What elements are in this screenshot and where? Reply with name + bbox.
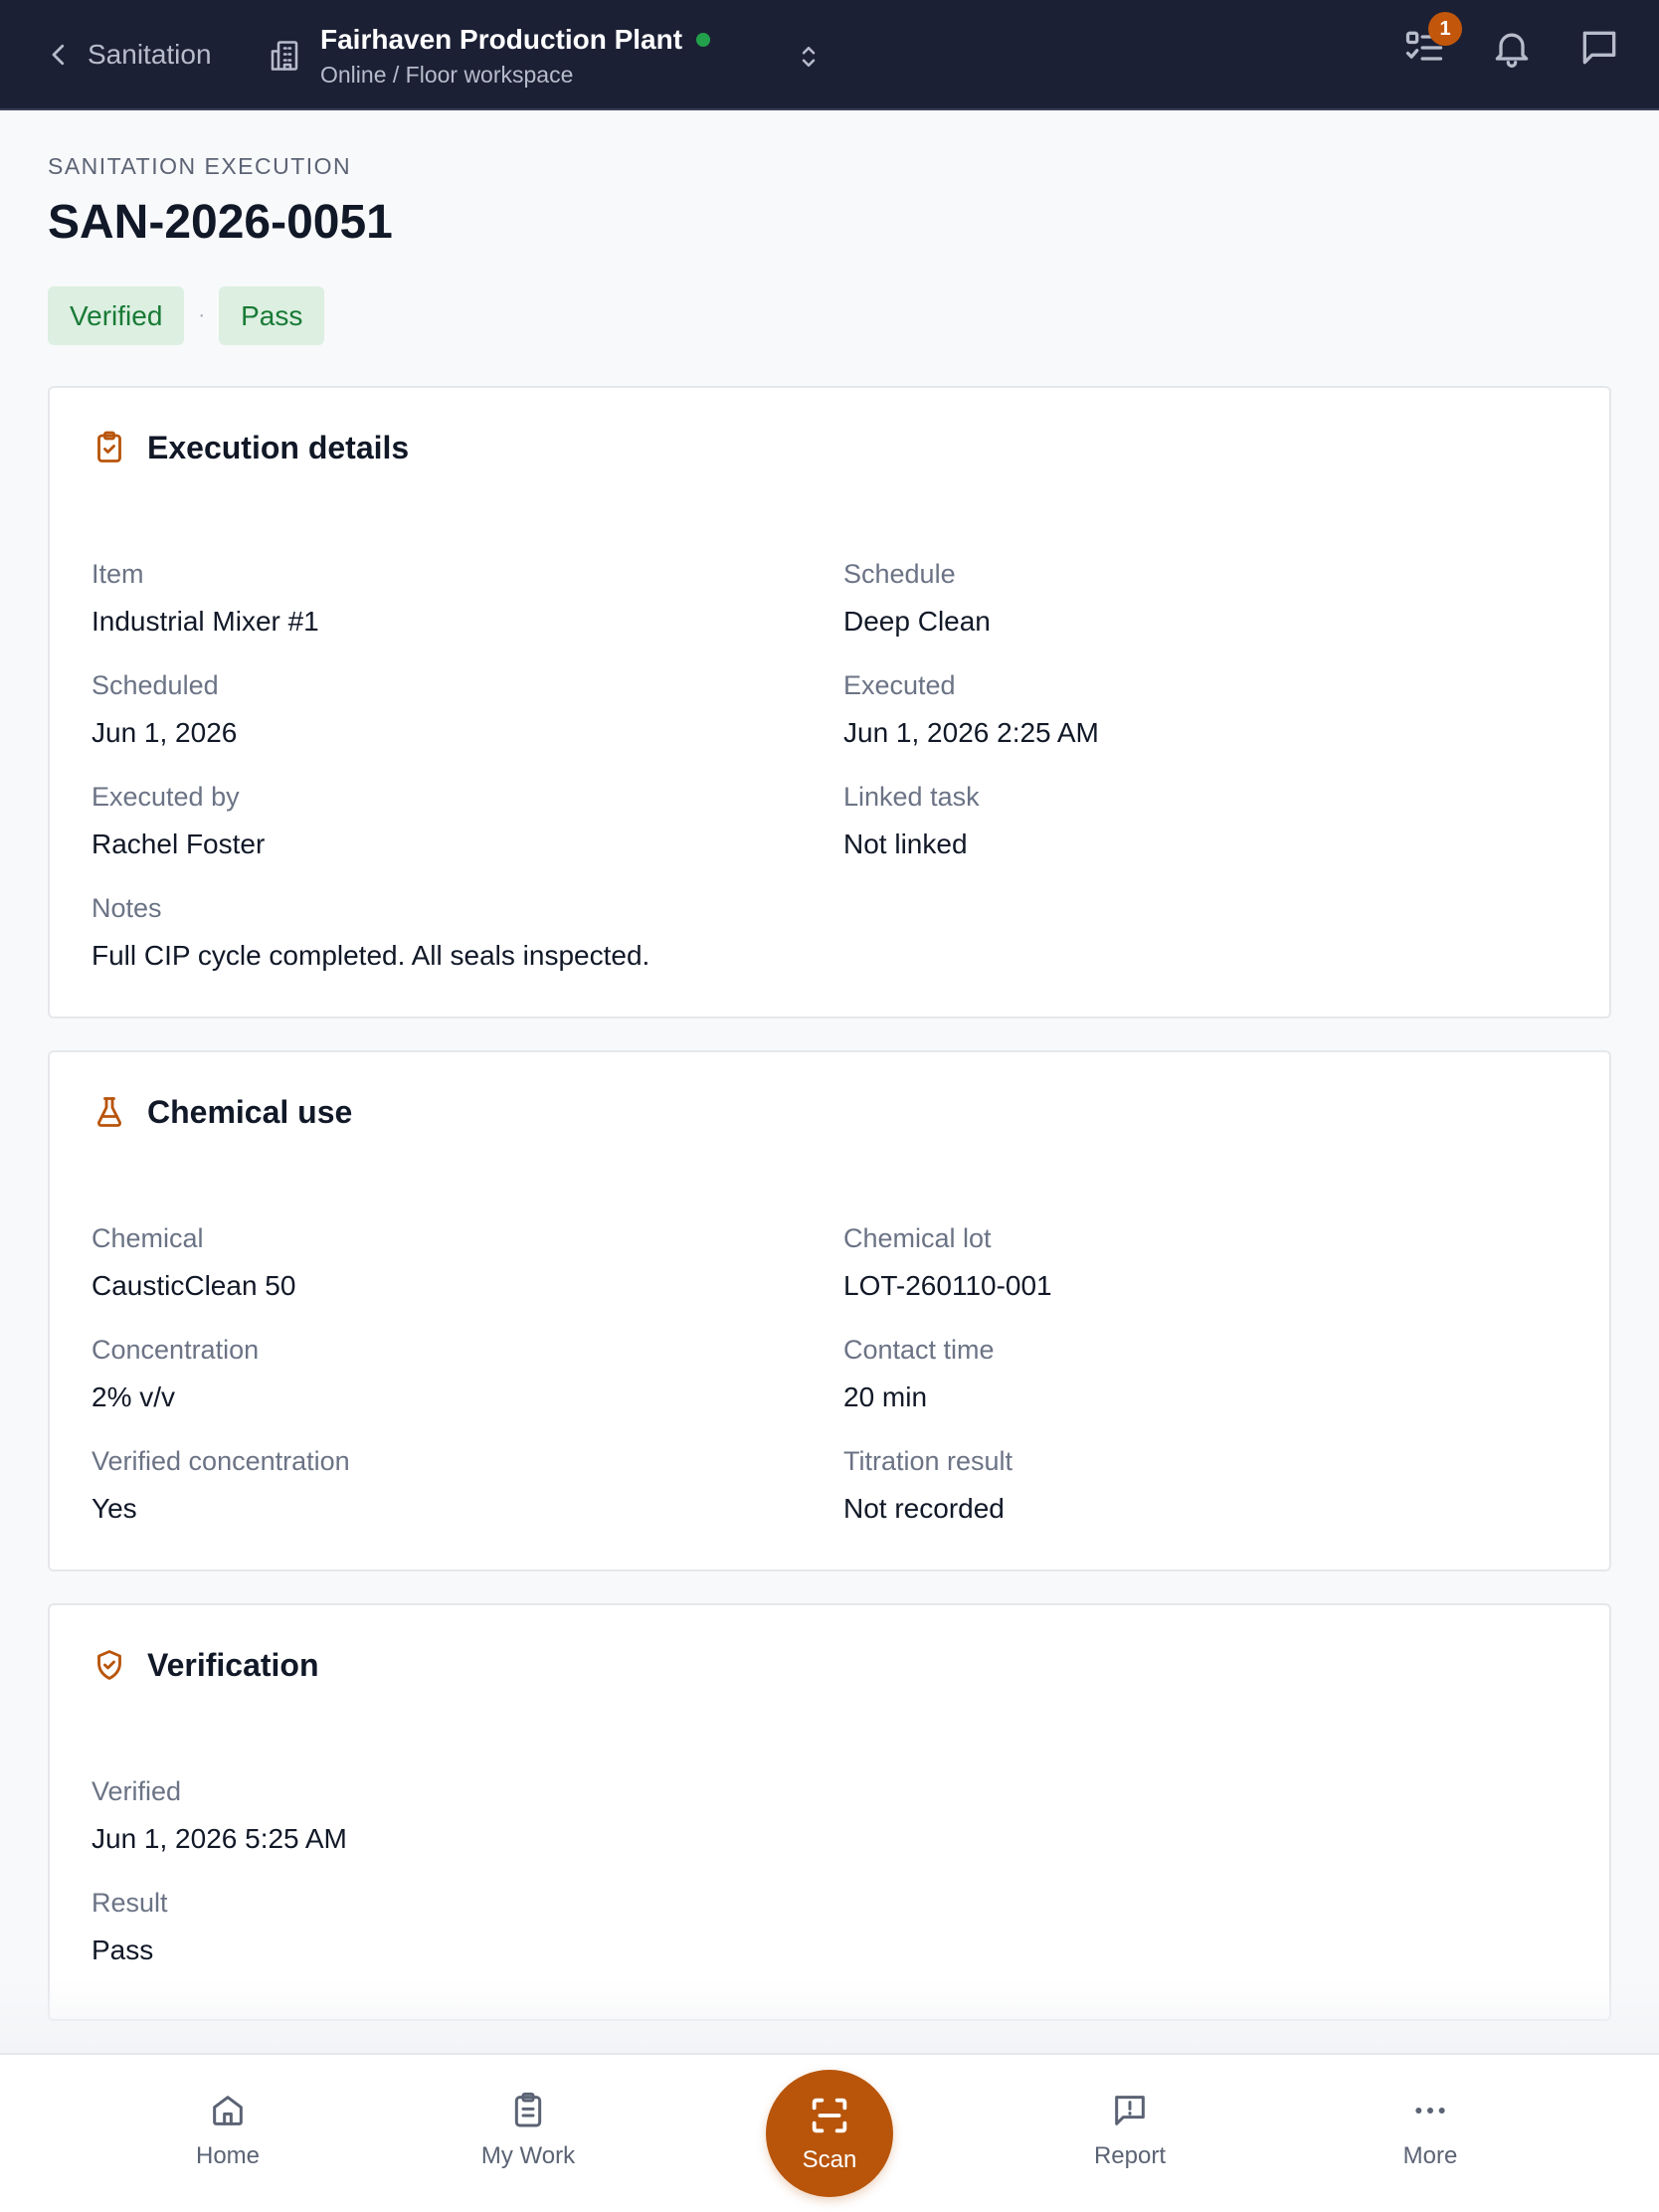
online-status-dot [696, 32, 711, 47]
site-subtitle: Online / Floor workspace [320, 61, 574, 88]
execution-details-card: Execution details Item Industrial Mixer … [48, 386, 1611, 1018]
field-scheduled: Scheduled Jun 1, 2026 [92, 670, 237, 749]
field-verified: Verified Jun 1, 2026 5:25 AM [92, 1776, 347, 1855]
top-bar: Sanitation Fairhaven Production Plant On… [0, 0, 1659, 110]
field-contact-time: Contact time 20 min [843, 1335, 995, 1413]
field-label: Chemical [92, 1223, 204, 1253]
field-chemical-lot: Chemical lot LOT-260110-001 [843, 1223, 1052, 1302]
nav-my-work-label: My Work [480, 2142, 576, 2169]
field-label: Contact time [843, 1335, 995, 1365]
status-badge-verified: Verified [48, 286, 185, 345]
field-titration-result: Titration result Not recorded [843, 1446, 1013, 1525]
nav-report[interactable]: Report [1040, 2091, 1219, 2170]
field-value: Jun 1, 2026 2:25 AM [843, 717, 1099, 748]
field-value: Deep Clean [843, 606, 991, 637]
field-chemical: Chemical CausticClean 50 [92, 1223, 295, 1302]
status-pills: Verified · Pass [48, 286, 325, 345]
nav-home[interactable]: Home [138, 2091, 317, 2170]
field-result: Result Pass [92, 1888, 168, 1966]
top-actions: 1 [1402, 12, 1621, 70]
card-title: Verification [147, 1646, 319, 1683]
status-badge-result: Pass [219, 286, 325, 345]
card-title: Chemical use [147, 1093, 353, 1130]
field-label: Linked task [843, 782, 980, 812]
field-label: Schedule [843, 559, 956, 589]
field-executed: Executed Jun 1, 2026 2:25 AM [843, 670, 1099, 749]
field-value: Jun 1, 2026 5:25 AM [92, 1823, 347, 1854]
scan-button[interactable]: Scan [766, 2070, 893, 2197]
building-icon [271, 41, 298, 71]
field-label: Concentration [92, 1335, 260, 1365]
nav-report-label: Report [1093, 2142, 1167, 2169]
home-icon [213, 2096, 243, 2125]
card-title: Execution details [147, 429, 410, 465]
field-label: Titration result [843, 1446, 1014, 1476]
field-value: Jun 1, 2026 [92, 717, 238, 748]
nav-my-work[interactable]: My Work [439, 2091, 618, 2170]
pill-separator: · [198, 304, 206, 326]
field-verified-concentration: Verified concentration Yes [92, 1446, 350, 1525]
chemical-use-header: Chemical use [92, 1092, 352, 1132]
chemical-use-card: Chemical use Chemical CausticClean 50 Ch… [48, 1050, 1611, 1571]
site-name-text: Fairhaven Production Plant [320, 23, 683, 55]
execution-details-header: Execution details [92, 428, 409, 467]
field-label: Chemical lot [843, 1223, 992, 1253]
back-label: Sanitation [88, 39, 212, 70]
scan-label: Scan [802, 2146, 857, 2173]
nav-home-label: Home [195, 2142, 261, 2169]
clipboard-list-icon [514, 2092, 542, 2127]
scan-icon [812, 2098, 847, 2133]
tasks-button[interactable]: 1 [1402, 12, 1462, 70]
field-value: Industrial Mixer #1 [92, 606, 319, 637]
verification-header: Verification [92, 1645, 319, 1685]
field-label: Verified [92, 1776, 182, 1806]
field-value: Not recorded [843, 1493, 1005, 1524]
field-value: Pass [92, 1935, 154, 1965]
field-value: 2% v/v [92, 1382, 176, 1412]
field-label: Executed [843, 670, 956, 700]
field-schedule: Schedule Deep Clean [843, 559, 991, 638]
scroll-fade [0, 1979, 1659, 2054]
field-executed-by: Executed by Rachel Foster [92, 782, 265, 860]
site-name: Fairhaven Production Plant [320, 23, 711, 56]
field-label: Notes [92, 893, 162, 923]
field-label: Verified concentration [92, 1446, 350, 1476]
chevron-up-down-icon [802, 47, 816, 67]
site-switcher[interactable]: Fairhaven Production Plant Online / Floo… [267, 20, 824, 92]
bottom-nav: Home My Work Scan Report More [0, 2053, 1659, 2212]
field-label: Result [92, 1888, 168, 1918]
ellipsis-icon [1415, 2108, 1445, 2114]
page-title: SAN-2026-0051 [48, 196, 393, 249]
notifications-button[interactable] [1490, 26, 1534, 70]
field-concentration: Concentration 2% v/v [92, 1335, 259, 1413]
field-label: Executed by [92, 782, 240, 812]
field-value: CausticClean 50 [92, 1270, 296, 1301]
clipboard-check-icon [97, 431, 121, 462]
field-notes: Notes Full CIP cycle completed. All seal… [92, 893, 649, 972]
nav-more-label: More [1402, 2142, 1458, 2169]
field-value: 20 min [843, 1382, 928, 1412]
field-value: LOT-260110-001 [843, 1270, 1052, 1301]
field-value: Full CIP cycle completed. All seals insp… [92, 940, 650, 971]
back-button[interactable]: Sanitation [44, 30, 212, 80]
field-value: Yes [92, 1493, 137, 1524]
tasks-badge: 1 [1428, 12, 1462, 46]
field-item: Item Industrial Mixer #1 [92, 559, 319, 638]
chevron-left-icon [52, 44, 65, 66]
bell-icon [1495, 33, 1529, 68]
page-eyebrow: SANITATION EXECUTION [48, 153, 352, 179]
field-label: Scheduled [92, 670, 219, 700]
nav-more[interactable]: More [1341, 2091, 1520, 2170]
field-value: Rachel Foster [92, 829, 266, 859]
field-label: Item [92, 559, 144, 589]
message-icon [1582, 31, 1616, 65]
flask-icon [96, 1097, 122, 1127]
field-linked-task: Linked task Not linked [843, 782, 980, 860]
messages-button[interactable] [1577, 26, 1621, 70]
message-alert-icon [1115, 2096, 1145, 2125]
field-value: Not linked [843, 829, 968, 859]
shield-check-icon [97, 1650, 121, 1680]
verification-card: Verification Verified Jun 1, 2026 5:25 A… [48, 1603, 1611, 2021]
